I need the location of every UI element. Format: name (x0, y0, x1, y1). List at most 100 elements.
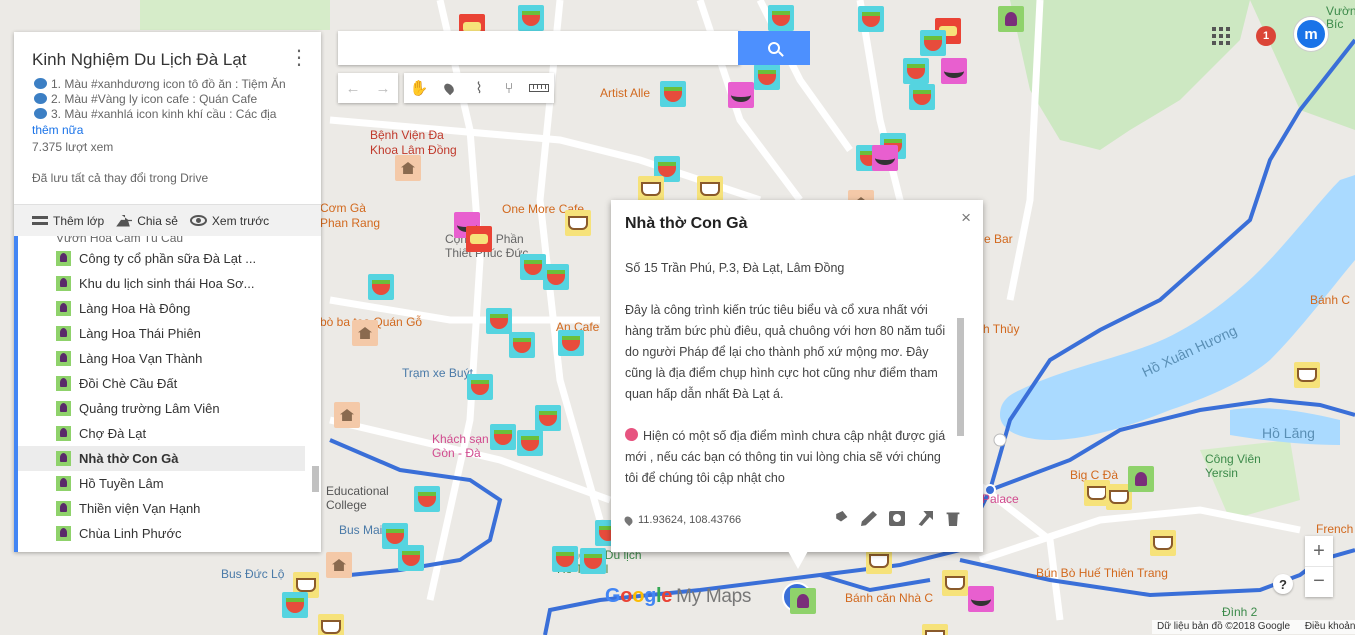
flower-icon (56, 426, 71, 441)
more-options-icon[interactable]: ⋮ (289, 48, 309, 68)
map-marker-moto[interactable] (968, 586, 994, 612)
help-button[interactable]: ? (1273, 574, 1293, 594)
flower-icon (56, 501, 71, 516)
map-toolbar: ← → ✋ ⌇ ⑂ (338, 73, 554, 103)
camera-icon[interactable] (889, 511, 905, 526)
share-button[interactable]: Chia sẻ (116, 214, 178, 228)
map-marker-flower[interactable] (998, 6, 1024, 32)
list-item-label: Quảng trường Lâm Viên (79, 401, 220, 416)
map-marker-food[interactable] (552, 546, 578, 572)
add-layer-label: Thêm lớp (53, 213, 105, 228)
map-marker-moto[interactable] (941, 58, 967, 84)
map-marker-red[interactable] (466, 226, 492, 252)
list-item[interactable]: Đồi Chè Cầu Đất (18, 371, 321, 396)
map-marker-cafe[interactable] (318, 614, 344, 635)
map-label-hospital: Bệnh Viện Đa Khoa Lâm Đồng (370, 128, 457, 157)
map-marker-food[interactable] (518, 5, 544, 31)
search-button[interactable] (738, 31, 810, 65)
list-item[interactable]: Công ty cổ phần sữa Đà Lạt ... (18, 246, 321, 271)
map-marker-food[interactable] (909, 84, 935, 110)
map-marker-food[interactable] (414, 486, 440, 512)
map-marker-cafe[interactable] (1150, 530, 1176, 556)
map-label-french: French (1316, 522, 1354, 536)
map-marker-food[interactable] (754, 64, 780, 90)
zoom-out-button[interactable]: − (1305, 566, 1333, 596)
list-item[interactable]: Quảng trường Lâm Viên (18, 396, 321, 421)
map-marker-moto[interactable] (872, 145, 898, 171)
list-item[interactable]: Làng Hoa Hà Đông (18, 296, 321, 321)
list-item-label: Làng Hoa Vạn Thành (79, 351, 203, 366)
list-item[interactable]: Chùa Linh Phước (18, 521, 321, 546)
select-hand-button[interactable]: ✋ (404, 73, 434, 103)
preview-button[interactable]: Xem trước (189, 213, 270, 228)
search-input[interactable] (338, 31, 740, 65)
undo-button[interactable]: ← (338, 73, 368, 103)
map-marker-chicken-church[interactable] (790, 588, 816, 614)
layers-icon (32, 216, 48, 225)
map-label-bun-bo: Bún Bò Huế Thiên Trang (1036, 566, 1168, 580)
list-item[interactable]: Nhà thờ Con Gà (18, 446, 305, 471)
preview-label: Xem trước (211, 213, 270, 228)
notification-badge[interactable]: 1 (1256, 26, 1276, 46)
list-item-partial[interactable]: Vườn Hoa Cẩm Tú Cầu (18, 236, 321, 246)
map-marker-house[interactable] (395, 155, 421, 181)
map-marker-house[interactable] (326, 552, 352, 578)
map-marker-house[interactable] (352, 320, 378, 346)
map-marker-cafe[interactable] (1294, 362, 1320, 388)
map-marker-cafe[interactable] (942, 570, 968, 596)
close-icon[interactable]: × (961, 208, 971, 228)
map-marker-cafe[interactable] (638, 176, 664, 202)
map-marker-food[interactable] (660, 81, 686, 107)
draw-line-button[interactable]: ⌇ (464, 73, 494, 103)
map-marker-food[interactable] (509, 332, 535, 358)
map-marker-flower[interactable] (1128, 466, 1154, 492)
list-item[interactable]: Khu du lịch sinh thái Hoa Sơ... (18, 271, 321, 296)
map-marker-food[interactable] (398, 545, 424, 571)
panel-scrollbar[interactable] (312, 466, 319, 492)
edit-pencil-icon[interactable] (861, 511, 877, 526)
info-scrollbar[interactable] (957, 318, 964, 436)
measure-button[interactable] (524, 73, 554, 103)
map-marker-cafe[interactable] (922, 624, 948, 635)
add-directions-button[interactable]: ⑂ (494, 73, 524, 103)
list-item-label: Khu du lịch sinh thái Hoa Sơ... (79, 276, 255, 291)
map-marker-food[interactable] (558, 330, 584, 356)
zoom-in-button[interactable]: + (1305, 536, 1333, 566)
map-marker-cafe[interactable] (565, 210, 591, 236)
map-marker-food[interactable] (282, 592, 308, 618)
list-item[interactable]: Chợ Đà Lạt (18, 421, 321, 446)
show-more-link[interactable]: thêm nữa (32, 123, 303, 137)
list-item[interactable]: Làng Hoa Vạn Thành (18, 346, 321, 371)
add-marker-button[interactable] (434, 73, 464, 103)
apps-grid-icon[interactable] (1212, 27, 1230, 45)
map-marker-food[interactable] (535, 405, 561, 431)
map-label-khach-san: Khách sạn Gòn - Đà (432, 432, 489, 460)
map-marker-food[interactable] (467, 374, 493, 400)
map-data-attribution: Dữ liệu bản đồ ©2018 Google (1157, 621, 1291, 632)
list-item[interactable]: Làng Hoa Thái Phiên (18, 321, 321, 346)
map-marker-food[interactable] (920, 30, 946, 56)
account-avatar[interactable]: m (1294, 17, 1328, 51)
map-marker-food[interactable] (517, 430, 543, 456)
map-marker-food[interactable] (580, 548, 606, 574)
map-marker-food[interactable] (903, 58, 929, 84)
map-marker-house[interactable] (334, 402, 360, 428)
map-label-bar: e Bar (984, 232, 1013, 246)
map-marker-food[interactable] (543, 264, 569, 290)
style-paint-icon[interactable] (836, 511, 848, 522)
map-marker-cafe[interactable] (697, 176, 723, 202)
redo-button[interactable]: → (368, 73, 398, 103)
terms-link[interactable]: Điều khoản (1305, 621, 1355, 632)
directions-icon[interactable] (918, 511, 933, 526)
map-marker-food[interactable] (858, 6, 884, 32)
list-item[interactable]: Thiền viện Vạn Hạnh (18, 496, 321, 521)
map-marker-food[interactable] (368, 274, 394, 300)
add-layer-button[interactable]: Thêm lớp (32, 214, 104, 228)
map-marker-food[interactable] (490, 424, 516, 450)
map-title[interactable]: Kinh Nghiệm Du Lịch Đà Lạt (32, 50, 303, 70)
map-marker-food[interactable] (486, 308, 512, 334)
trash-icon[interactable] (946, 512, 960, 526)
map-marker-moto[interactable] (728, 82, 754, 108)
map-marker-food[interactable] (768, 5, 794, 31)
list-item[interactable]: Hồ Tuyền Lâm (18, 471, 321, 496)
